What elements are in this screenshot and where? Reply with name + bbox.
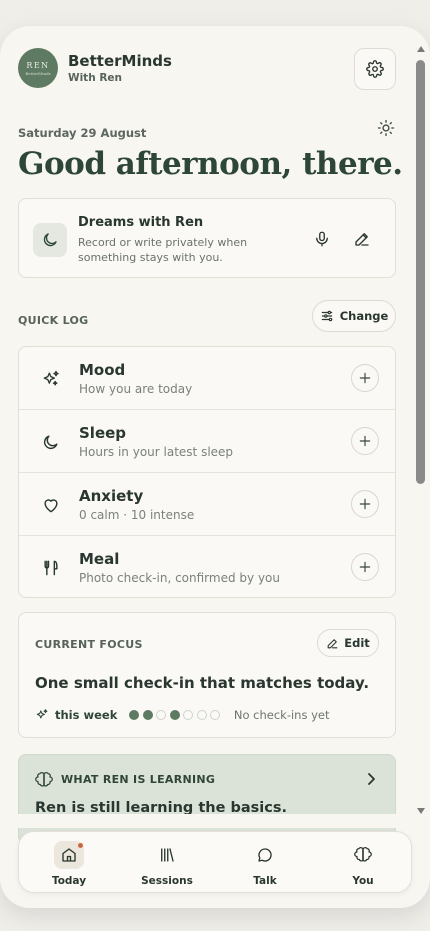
week-dot (183, 710, 194, 720)
dreams-icon-box (33, 223, 67, 257)
quick-log-sub: Photo check-in, confirmed by you (79, 571, 280, 585)
tab-you[interactable]: You (315, 832, 411, 894)
heart-icon (44, 499, 58, 513)
week-dot (196, 710, 207, 720)
chat-bubble-icon (258, 848, 272, 862)
moon-icon (43, 435, 58, 450)
dreams-card[interactable]: Dreams with Ren Record or write privatel… (18, 198, 396, 278)
pencil-icon[interactable] (353, 230, 371, 248)
week-dots (129, 710, 224, 720)
quick-log-list: Mood How you are today Sleep Hours in yo… (18, 346, 396, 598)
week-dot (210, 710, 221, 720)
quick-log-item-sleep[interactable]: Sleep Hours in your latest sleep (19, 410, 395, 473)
scrollbar-thumb[interactable] (416, 60, 425, 484)
week-dot (156, 710, 167, 720)
add-anxiety-button[interactable] (351, 490, 379, 518)
sun-icon[interactable] (376, 118, 396, 138)
add-sleep-button[interactable] (351, 427, 379, 455)
moon-icon (43, 233, 57, 247)
scrollbar[interactable] (415, 34, 427, 814)
week-dot (169, 710, 180, 720)
utensils-icon (44, 560, 58, 576)
tab-talk[interactable]: Talk (217, 832, 313, 894)
week-dot (129, 710, 140, 720)
app-name: BetterMinds (68, 52, 172, 70)
notification-dot (78, 843, 83, 848)
plus-icon (359, 561, 371, 573)
tab-icon-box (250, 841, 280, 869)
avatar: REN BetterMinds (18, 48, 58, 88)
learning-label: WHAT REN IS LEARNING (61, 773, 216, 786)
edit-focus-button[interactable]: Edit (317, 629, 379, 657)
current-focus-card: CURRENT FOCUS Edit One small check-in th… (18, 612, 396, 738)
quick-log-name: Meal (79, 550, 120, 568)
quick-log-sub: Hours in your latest sleep (79, 445, 234, 459)
tab-label: Today (51, 875, 87, 887)
add-meal-button[interactable] (351, 553, 379, 581)
date-row: Saturday 29 August (18, 119, 396, 142)
week-dot (142, 710, 153, 720)
tab-icon-box (152, 841, 182, 869)
bottom-nav: Today Sessions Talk You (18, 831, 412, 893)
quick-log-name: Sleep (79, 424, 127, 442)
scroll-up-arrow[interactable] (417, 46, 425, 52)
add-mood-button[interactable] (351, 364, 379, 392)
week-status: No check-ins yet (233, 708, 330, 722)
brain-icon (354, 846, 372, 862)
tab-icon-box (348, 841, 378, 869)
gear-icon (366, 60, 384, 78)
plus-icon (359, 498, 371, 510)
microphone-icon[interactable] (313, 230, 331, 248)
quick-log-item-anxiety[interactable]: Anxiety 0 calm · 10 intense (19, 473, 395, 536)
edit-label: Edit (344, 636, 370, 650)
tab-icon-box (54, 841, 84, 869)
quick-log-name: Mood (79, 361, 126, 379)
tab-today[interactable]: Today (21, 832, 117, 894)
tab-label: Sessions (141, 875, 193, 887)
sliders-icon (321, 310, 332, 322)
plus-icon (359, 372, 371, 384)
quick-log-item-mood[interactable]: Mood How you are today (19, 347, 395, 410)
brain-icon (35, 771, 53, 787)
app-subtitle: With Ren (68, 72, 123, 84)
sparkles-icon (43, 370, 59, 386)
scroll-edge (0, 814, 416, 828)
quick-log-sub: How you are today (79, 382, 193, 396)
quick-log-name: Anxiety (79, 487, 144, 505)
home-icon (62, 848, 76, 862)
avatar-subtext: BetterMinds (25, 70, 51, 76)
chevron-right-icon (368, 773, 375, 785)
date-label: Saturday 29 August (18, 126, 147, 140)
dreams-title: Dreams with Ren (78, 215, 204, 230)
week-progress: this week No check-ins yet (35, 707, 385, 723)
quick-log-sub: 0 calm · 10 intense (79, 508, 195, 522)
pencil-icon (327, 638, 338, 648)
greeting: Good afternoon, there. (18, 146, 403, 182)
scroll-down-arrow[interactable] (417, 808, 425, 814)
brand: BetterMinds With Ren (68, 52, 172, 84)
current-focus-label: CURRENT FOCUS (35, 638, 143, 651)
week-label: this week (55, 708, 118, 722)
quick-log-label: QUICK LOG (18, 314, 89, 327)
tab-label: Talk (253, 875, 277, 887)
plus-icon (359, 435, 371, 447)
focus-headline: One small check-in that matches today. (35, 674, 370, 692)
avatar-text: REN (26, 60, 50, 70)
library-icon (161, 848, 174, 862)
sparkles-icon (36, 709, 48, 719)
change-button[interactable]: Change (312, 300, 396, 332)
dreams-description: Record or write privately when something… (78, 236, 248, 264)
tab-label: You (352, 875, 374, 887)
change-label: Change (339, 309, 389, 323)
header: REN BetterMinds BetterMinds With Ren (18, 48, 396, 92)
settings-button[interactable] (354, 48, 396, 90)
tab-sessions[interactable]: Sessions (119, 832, 215, 894)
quick-log-item-meal[interactable]: Meal Photo check-in, confirmed by you (19, 536, 395, 599)
app-screen: REN BetterMinds BetterMinds With Ren Sat… (0, 26, 430, 908)
